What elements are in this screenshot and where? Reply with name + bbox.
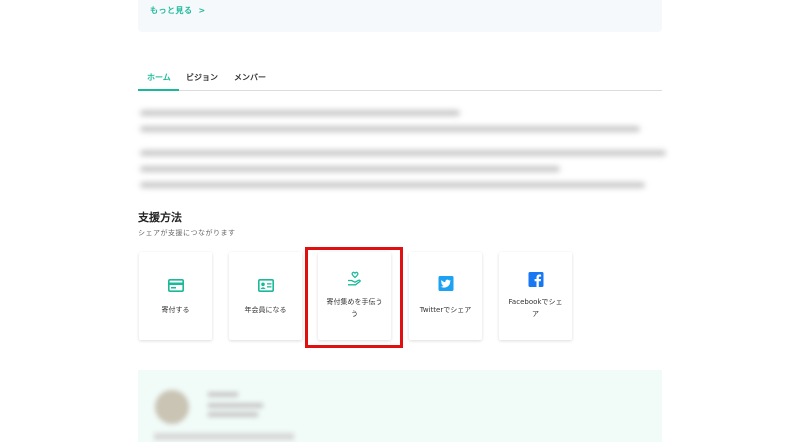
chevron-right-icon: > xyxy=(198,6,206,15)
credit-card-icon xyxy=(167,277,184,296)
see-more-link[interactable]: もっと見る > xyxy=(150,5,206,16)
facebook-share-card[interactable]: Facebookでシェ ア xyxy=(499,252,572,340)
twitter-share-card[interactable]: Twitterでシェア xyxy=(409,252,482,340)
support-methods-title: 支援方法 xyxy=(138,211,182,224)
tab-members[interactable]: メンバー xyxy=(234,72,266,83)
facebook-share-label: Facebookでシェ ア xyxy=(501,296,570,320)
facebook-icon xyxy=(528,272,543,291)
organization-profile-card xyxy=(138,370,662,442)
member-card-icon xyxy=(257,277,274,296)
tab-home[interactable]: ホーム xyxy=(147,72,171,83)
previous-section-card: もっと見る > xyxy=(138,0,662,32)
facebook-share-label-line1: Facebookでシェ xyxy=(508,298,563,306)
highlight-box xyxy=(305,247,403,348)
active-tab-indicator xyxy=(138,89,179,91)
tab-vision[interactable]: ビジョン xyxy=(186,72,218,83)
annual-member-card[interactable]: 年会員になる xyxy=(229,252,302,340)
page: もっと見る > ホーム ビジョン メンバー 支援方法 シェアが支援につながります … xyxy=(0,0,800,442)
avatar xyxy=(155,390,189,424)
support-methods-subtitle: シェアが支援につながります xyxy=(138,229,236,237)
tab-bar: ホーム ビジョン メンバー xyxy=(138,66,662,91)
annual-member-label: 年会員になる xyxy=(244,306,287,314)
twitter-icon xyxy=(438,276,453,295)
twitter-share-label: Twitterでシェア xyxy=(419,306,472,314)
facebook-share-label-line2: ア xyxy=(532,310,539,318)
blurred-description xyxy=(132,104,666,198)
donate-label: 寄付する xyxy=(161,306,190,314)
donate-card[interactable]: 寄付する xyxy=(139,252,212,340)
see-more-label: もっと見る xyxy=(150,6,193,15)
